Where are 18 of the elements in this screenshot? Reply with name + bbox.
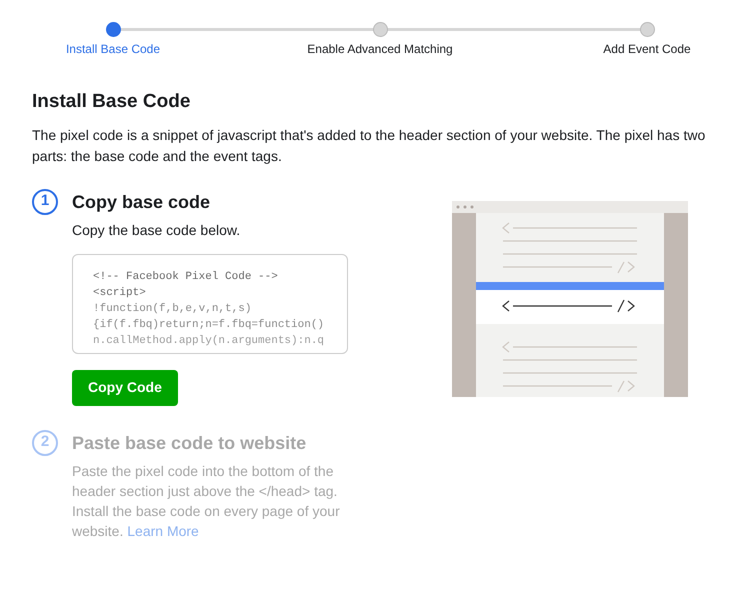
code-line: <!-- Facebook Pixel Code --> [93,270,279,284]
code-line: <script> [93,286,147,300]
step-text: Copy the base code below. [72,220,242,240]
step-number: 1 [32,188,58,214]
copy-code-button[interactable]: Copy Code [72,370,178,406]
step-label[interactable]: Enable Advanced Matching [307,40,453,58]
step-number: 2 [32,430,58,456]
step-title: Copy base code [72,190,212,214]
step-title: Paste base code to website [72,432,308,454]
step-label[interactable]: Install Base Code [66,40,160,58]
code-line: {if(f.fbq)return;n=f.fbq=function() [93,318,326,332]
step-label[interactable]: Add Event Code [603,40,691,58]
page-title: Install Base Code [32,90,192,114]
step-text: Paste the pixel code into the bottom of the header section just above the </head> tag. Install the base code on every page of your website. Learn More [72,462,341,540]
code-box[interactable]: <!-- Facebook Pixel Code --> <script> !function(f,b,e,v,n,t,s) {if(f.fbq)return;n=f.fbq=function() n.callMethod.apply(n.arguments):n.q [72,254,348,354]
code-line: !function(f,b,e,v,n,t,s) [93,302,252,316]
description: The pixel code is a snippet of javascript that's added to the header section of your website. The pixel has two parts: the base code and the event tags. [32,126,706,166]
code-line: n.callMethod.apply(n.arguments):n.q [93,334,326,348]
